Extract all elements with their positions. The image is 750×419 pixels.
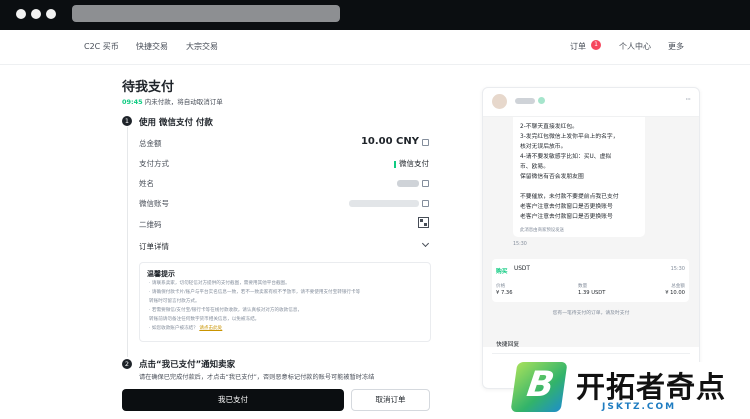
site-watermark: B 开拓者奇点 JSKTZ.COM bbox=[510, 362, 750, 419]
order-card-time: 15:30 bbox=[670, 266, 685, 272]
tips-box: 温馨提示 · 请联系卖家，切勿轻信对方提供的支付截图，需要用其他平台截图。 · … bbox=[139, 262, 431, 342]
order-details-toggle[interactable]: 订单详情 bbox=[139, 241, 169, 252]
chevron-down-icon[interactable] bbox=[421, 239, 430, 248]
message-line: 保留微信有否会发朋友圈 bbox=[520, 174, 584, 180]
message-line: 老客户注意去付款窗口是否更换账号 bbox=[520, 214, 613, 220]
tips-line-1: · 请联系卖家，切勿轻信对方提供的支付截图，需要用其他平台截图。 bbox=[149, 281, 290, 286]
order-card-price-label: 价格 bbox=[496, 284, 506, 289]
step-connector-line bbox=[127, 127, 128, 357]
cancel-order-button[interactable]: 取消订单 bbox=[351, 389, 430, 411]
order-card-qty: 1.39 USDT bbox=[578, 290, 606, 296]
qr-code-label: 二维码 bbox=[139, 220, 162, 229]
chat-header: ··· bbox=[483, 88, 699, 117]
tips-line-4: · 若需要微信/支付宝/银行卡等在线付款收款，请认真核对对方的收款信息， bbox=[149, 308, 303, 313]
qr-code-icon[interactable] bbox=[418, 217, 429, 228]
watermark-name: 开拓者奇点 bbox=[576, 370, 727, 404]
step-1-number: 1 bbox=[122, 116, 132, 126]
order-card-total: ¥ 10.00 bbox=[665, 290, 685, 296]
auto-message-note: 此消息由商家预设发送 bbox=[520, 228, 564, 233]
nav-orders[interactable]: 订单 bbox=[570, 41, 586, 52]
orders-count-badge: 1 bbox=[591, 40, 601, 50]
nav-bulk-trade[interactable]: 大宗交易 bbox=[186, 41, 218, 52]
copy-icon[interactable] bbox=[422, 199, 429, 207]
order-card-type: 购买 bbox=[496, 269, 508, 275]
watermark-logo-letter: B bbox=[524, 365, 557, 405]
message-line: 不要催放，未付款不要提前点我已支付 bbox=[520, 194, 619, 200]
countdown-text: 内未付款，将自动取消订单 bbox=[142, 98, 223, 106]
name-value bbox=[397, 178, 429, 187]
watermark-url: JSKTZ.COM bbox=[602, 402, 677, 412]
redacted-account bbox=[349, 199, 419, 207]
payment-method-label: 支付方式 bbox=[139, 159, 169, 168]
tips-title: 温馨提示 bbox=[147, 270, 175, 278]
tips-help-link[interactable]: 请点击此处 bbox=[199, 326, 222, 331]
redacted-name bbox=[397, 179, 419, 187]
wechat-account-label: 微信账号 bbox=[139, 199, 169, 208]
order-card-total-label: 总金额 bbox=[671, 284, 685, 289]
order-card-asset: USDT bbox=[514, 266, 530, 272]
step-2-title: 点击“我已支付”通知卖家 bbox=[139, 360, 236, 370]
tips-line-5: 转账前请勿备注任何数字货币相关信息，以免被冻结。 bbox=[149, 317, 260, 322]
page-title: 待我支付 bbox=[122, 80, 175, 95]
wechat-pay-icon bbox=[394, 160, 396, 168]
window-dot-2[interactable] bbox=[31, 9, 41, 19]
payment-countdown: 09:45 内未付款，将自动取消订单 bbox=[122, 96, 223, 106]
wechat-account-value bbox=[349, 198, 429, 207]
paid-button[interactable]: 我已支付 bbox=[122, 389, 344, 411]
total-amount-label: 总金额 bbox=[139, 139, 162, 148]
copy-icon[interactable] bbox=[422, 179, 429, 187]
window-dot-3[interactable] bbox=[46, 9, 56, 19]
chat-order-card[interactable]: 购买 USDT 15:30 价格 ¥ 7.36 数量 1.39 USDT 总金额… bbox=[492, 259, 689, 302]
step-1-title: 使用 微信支付 付款 bbox=[139, 118, 213, 128]
payment-method-value: 微信支付 bbox=[394, 158, 429, 169]
message-line: 币、欧易。 bbox=[520, 164, 549, 170]
message-time: 15:30 bbox=[513, 242, 527, 247]
chat-system-message: 您有一笔待支付的订单，请及时支付 bbox=[552, 311, 630, 316]
watermark-logo-icon: B bbox=[510, 362, 568, 412]
name-label: 姓名 bbox=[139, 179, 154, 188]
total-amount: 10.00 CNY bbox=[360, 136, 419, 147]
message-line: 4-请不要发敏感字比如：买U、虚拟 bbox=[520, 154, 612, 160]
message-line: 3-发完红包微信上发你平台上的名字， bbox=[520, 134, 619, 140]
nav-more[interactable]: 更多 bbox=[668, 41, 684, 52]
nav-c2c-buy[interactable]: C2C 买币 bbox=[84, 41, 119, 52]
countdown-time: 09:45 bbox=[122, 98, 143, 106]
nav-quick-trade[interactable]: 快捷交易 bbox=[136, 41, 168, 52]
message-line: 核对无误后放币。 bbox=[520, 144, 567, 150]
tips-line-6-text: · 如您收款账户被冻结？ bbox=[149, 326, 198, 331]
step-2-number: 2 bbox=[122, 359, 132, 369]
tips-line-2: · 请确保付款卡片/账户与平台实名信息一致，若不一致卖家有权不予放币，请不要使用… bbox=[149, 290, 361, 295]
online-status-icon bbox=[538, 97, 545, 104]
order-card-qty-label: 数量 bbox=[578, 284, 588, 289]
chat-menu-icon[interactable]: ··· bbox=[685, 95, 691, 104]
browser-titlebar bbox=[0, 0, 750, 30]
address-bar[interactable] bbox=[72, 5, 340, 22]
step-2-description: 请在确保已完成付款后，才点击“我已支付”，否则恶意标记付款的账号可能被暂时冻结 bbox=[139, 374, 375, 381]
quick-reply-label[interactable]: 快捷回复 bbox=[496, 339, 519, 348]
nav-profile[interactable]: 个人中心 bbox=[619, 41, 651, 52]
message-line: 老客户注意去付款窗口是否更换账号 bbox=[520, 204, 613, 210]
merchant-message: 2-不聊天直接发红包。 3-发完红包微信上发你平台上的名字， 核对无误后放币。 … bbox=[513, 117, 645, 237]
message-line: 2-不聊天直接发红包。 bbox=[520, 124, 578, 130]
copy-icon[interactable] bbox=[422, 138, 429, 146]
redacted-merchant-name bbox=[515, 98, 535, 104]
merchant-avatar bbox=[492, 94, 507, 109]
total-amount-value: 10.00 CNY bbox=[361, 136, 429, 147]
tips-line-3: 转账时可留言付款方式。 bbox=[149, 299, 200, 304]
chat-panel: ··· 2-不聊天直接发红包。 3-发完红包微信上发你平台上的名字， 核对无误后… bbox=[482, 87, 700, 389]
payment-method: 微信支付 bbox=[399, 159, 429, 168]
window-dot-1[interactable] bbox=[16, 9, 26, 19]
top-nav: C2C 买币 快捷交易 大宗交易 订单 1 个人中心 更多 bbox=[0, 30, 750, 65]
tips-line-6: · 如您收款账户被冻结？ 请点击此处 bbox=[149, 325, 222, 331]
order-card-price: ¥ 7.36 bbox=[496, 290, 513, 296]
